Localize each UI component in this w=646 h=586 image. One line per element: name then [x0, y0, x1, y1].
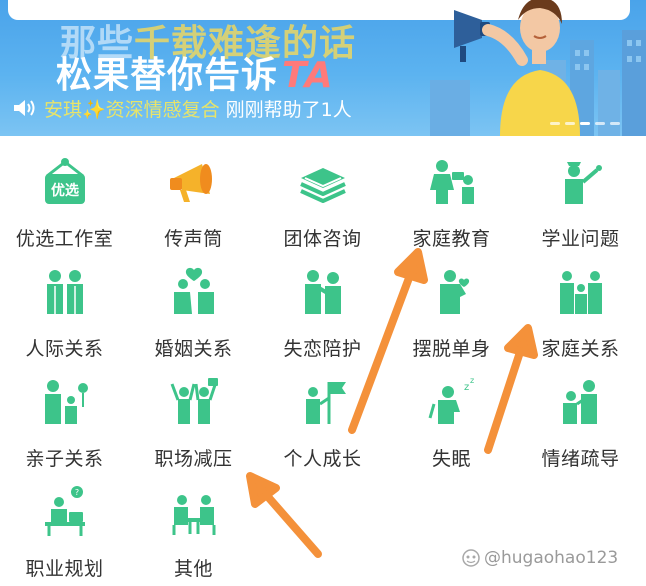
- category-label: 学业问题: [541, 228, 620, 250]
- flag-person-icon: [305, 382, 346, 424]
- group-talk-icon: [172, 495, 215, 535]
- svg-text:z: z: [464, 382, 469, 393]
- sleep-icon: z z: [428, 376, 474, 424]
- watermark: @hugaohao123: [462, 548, 618, 568]
- family-icon: [559, 271, 602, 314]
- watermark-logo-icon: [462, 549, 480, 567]
- two-people-icon: [46, 270, 83, 314]
- ticker-user: 安琪✨资深情感复合: [44, 98, 220, 121]
- category-label: 家庭教育: [412, 228, 491, 250]
- category-study-problem[interactable]: 学业问题: [516, 150, 645, 260]
- category-label: 个人成长: [283, 448, 362, 470]
- activity-ticker: 安琪✨资深情感复合 刚刚帮助了1人: [12, 96, 352, 121]
- category-label: 人际关系: [25, 338, 104, 360]
- category-label: 团体咨询: [283, 228, 362, 250]
- category-marriage[interactable]: 婚姻关系: [129, 260, 258, 370]
- arrow-to-personal-growth: [246, 472, 322, 558]
- carousel-indicator[interactable]: [550, 122, 620, 125]
- parent-child-icon: [44, 380, 88, 424]
- category-label: 摆脱单身: [412, 338, 491, 360]
- category-insomnia[interactable]: z z 失眠: [387, 370, 516, 480]
- comfort-icon: [304, 270, 341, 314]
- category-label: 婚姻关系: [154, 338, 233, 360]
- category-label: 失眠: [431, 448, 471, 470]
- carousel-dot[interactable]: [550, 122, 560, 125]
- svg-text:z: z: [470, 376, 474, 385]
- category-leave-single[interactable]: 摆脱单身: [387, 260, 516, 370]
- category-group-consulting[interactable]: 团体咨询: [258, 150, 387, 260]
- emotion-icon: [562, 380, 597, 424]
- teacher-icon: [564, 162, 602, 204]
- layers-icon: [299, 168, 346, 203]
- category-family-relations[interactable]: 家庭关系: [516, 260, 645, 370]
- carousel-dot-active[interactable]: [580, 122, 590, 125]
- category-label: 优选工作室: [15, 228, 114, 250]
- megaphone-icon: [169, 164, 212, 202]
- category-label: 传声筒: [164, 228, 223, 250]
- premium-tag-icon: 优选: [44, 158, 85, 204]
- promo-banner[interactable]: 那些千载难逢的话 松果替你告诉 TA 安琪✨资深情感复合 刚刚帮助了1人: [0, 0, 646, 136]
- celebrate-icon: [170, 378, 218, 424]
- category-megaphone[interactable]: 传声筒: [129, 150, 258, 260]
- carousel-dot[interactable]: [565, 122, 575, 125]
- category-label: 亲子关系: [25, 448, 104, 470]
- category-label: 职场减压: [154, 448, 233, 470]
- carousel-dot[interactable]: [595, 122, 605, 125]
- category-interpersonal[interactable]: 人际关系: [0, 260, 129, 370]
- ticker-message: 刚刚帮助了1人: [225, 98, 352, 121]
- svg-text:?: ?: [74, 488, 78, 497]
- family-education-icon: [429, 160, 474, 204]
- category-label: 失恋陪护: [283, 338, 362, 360]
- category-family-education[interactable]: 家庭教育: [387, 150, 516, 260]
- banner-illustration: [430, 0, 646, 136]
- category-workplace-stress[interactable]: 职场减压: [129, 370, 258, 480]
- category-label: 其他: [173, 558, 213, 580]
- category-label: 职业规划: [25, 558, 104, 580]
- category-other[interactable]: 其他: [129, 480, 258, 586]
- category-youxuan-studio[interactable]: 优选 优选工作室: [0, 150, 129, 260]
- category-personal-growth[interactable]: 个人成长: [258, 370, 387, 480]
- category-label: 家庭关系: [541, 338, 620, 360]
- single-person-icon: [439, 270, 469, 314]
- category-emotion-relief[interactable]: 情绪疏导: [516, 370, 645, 480]
- svg-text:优选: 优选: [51, 182, 79, 199]
- carousel-dot[interactable]: [610, 122, 620, 125]
- banner-headline: 松果替你告诉 TA: [56, 55, 334, 96]
- watermark-text: @hugaohao123: [484, 548, 619, 568]
- speaker-icon: [14, 100, 35, 116]
- category-label: 情绪疏导: [541, 448, 620, 470]
- couple-heart-icon: [173, 267, 214, 314]
- career-icon: ?: [44, 486, 85, 536]
- category-parent-child[interactable]: 亲子关系: [0, 370, 129, 480]
- category-breakup-support[interactable]: 失恋陪护: [258, 260, 387, 370]
- category-career-planning[interactable]: ? 职业规划: [0, 480, 129, 586]
